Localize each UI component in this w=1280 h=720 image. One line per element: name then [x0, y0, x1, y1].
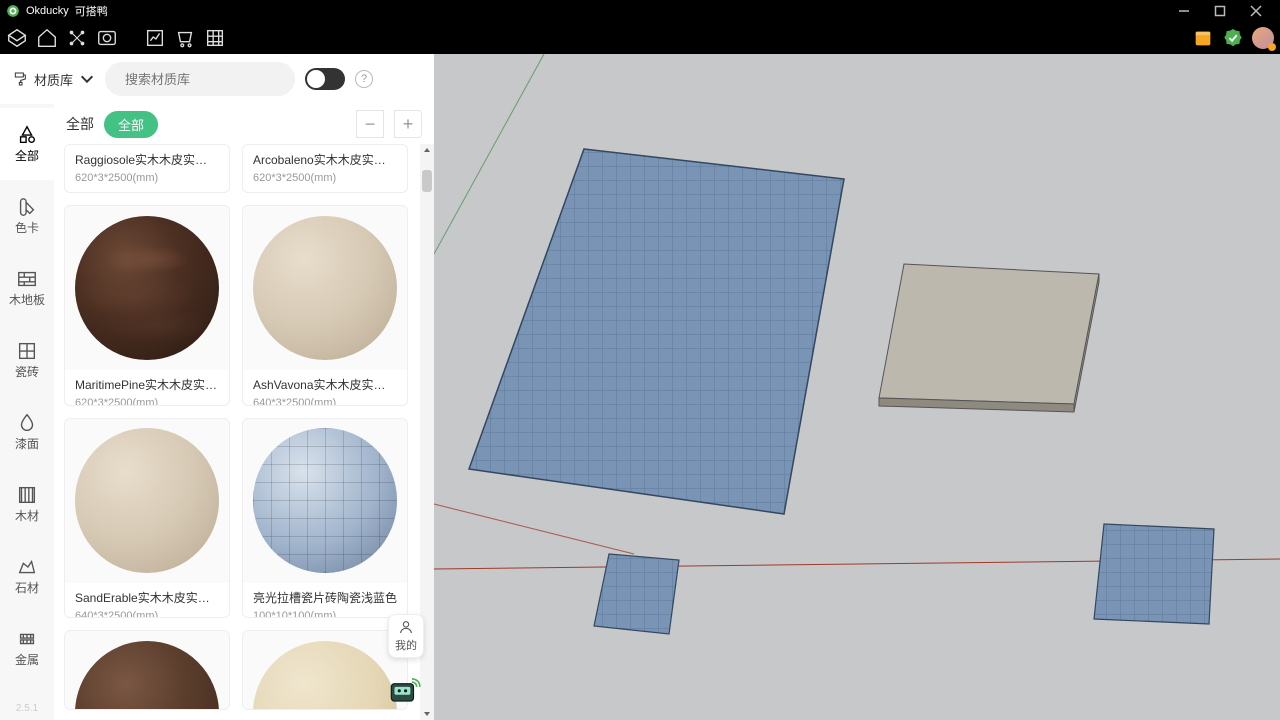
tool-cart-icon[interactable]	[174, 27, 196, 49]
main-toolbar	[0, 22, 1280, 54]
category-rail: 全部 色卡 木地板 瓷砖 漆面	[0, 104, 54, 720]
material-name: SandErable实木木皮实木…	[75, 589, 219, 606]
material-thumb	[65, 631, 229, 710]
person-icon	[398, 619, 414, 635]
version-label: 2.5.1	[16, 703, 38, 714]
material-name: MaritimePine实木木皮实…	[75, 376, 219, 393]
chevron-down-icon	[79, 71, 95, 87]
material-card[interactable]: AshVavona实木木皮实木… 640*3*2500(mm)	[242, 205, 408, 406]
scroll-up-icon[interactable]	[420, 144, 434, 158]
material-panel: 材质库 ? 全部 色卡	[0, 54, 434, 720]
grid-header: 全部 全部 − +	[54, 104, 434, 144]
tool-camera-icon[interactable]	[96, 27, 118, 49]
material-thumb	[65, 206, 229, 370]
material-name: Raggiosole实木木皮实木…	[75, 151, 219, 168]
tool-chart-icon[interactable]	[144, 27, 166, 49]
material-thumb	[243, 419, 407, 583]
duck-icon	[6, 4, 20, 18]
search-input[interactable]	[125, 72, 301, 87]
category-all[interactable]: 全部	[0, 108, 54, 180]
material-name: 亮光拉槽瓷片砖陶瓷浅蓝色	[253, 589, 397, 606]
help-button[interactable]: ?	[355, 70, 373, 88]
tool-marker-icon[interactable]	[66, 27, 88, 49]
category-all-icon	[16, 124, 38, 146]
material-library-selector[interactable]: 材质库	[12, 70, 95, 89]
sphere-preview	[75, 641, 219, 710]
close-button[interactable]	[1238, 0, 1274, 22]
swatch-icon	[16, 196, 38, 218]
material-card[interactable]	[64, 630, 230, 710]
floor-icon	[16, 268, 38, 290]
tile-icon	[16, 340, 38, 362]
material-dim: 620*3*2500(mm)	[75, 397, 219, 406]
material-name: Arcobaleno实木木皮实木…	[253, 151, 397, 168]
category-color[interactable]: 色卡	[0, 180, 54, 252]
tab-all[interactable]: 全部	[66, 114, 94, 134]
chip-all[interactable]: 全部	[104, 111, 158, 138]
category-wood[interactable]: 木材	[0, 468, 54, 540]
material-dim: 620*3*2500(mm)	[253, 172, 397, 184]
material-card[interactable]: 亮光拉槽瓷片砖陶瓷浅蓝色 100*10*100(mm)	[242, 418, 408, 619]
material-card[interactable]: MaritimePine实木木皮实… 620*3*2500(mm)	[64, 205, 230, 406]
calendar-icon[interactable]	[1192, 27, 1214, 49]
tool-grid-icon[interactable]	[204, 27, 226, 49]
wood-icon	[16, 484, 38, 506]
assistant-button[interactable]	[384, 670, 424, 710]
brand-cn: 可搭鸭	[75, 3, 108, 19]
tool-box-icon[interactable]	[6, 27, 28, 49]
preview-toggle[interactable]	[305, 68, 345, 90]
sphere-preview	[253, 428, 397, 572]
category-stone[interactable]: 石材	[0, 540, 54, 612]
scroll-thumb[interactable]	[422, 170, 432, 192]
category-floor[interactable]: 木地板	[0, 252, 54, 324]
sphere-preview	[75, 428, 219, 572]
material-thumb	[65, 419, 229, 583]
thumb-size-decrease[interactable]: −	[356, 110, 384, 138]
material-thumb	[243, 206, 407, 370]
search-box[interactable]	[105, 62, 295, 96]
app-logo: Okducky 可搭鸭	[6, 3, 1166, 19]
thumb-size-increase[interactable]: +	[394, 110, 422, 138]
material-card[interactable]: SandErable实木木皮实木… 640*3*2500(mm)	[64, 418, 230, 619]
stone-icon	[16, 556, 38, 578]
title-bar: Okducky 可搭鸭	[0, 0, 1280, 22]
material-dim: 640*3*2500(mm)	[75, 610, 219, 619]
paint-drop-icon	[16, 412, 38, 434]
minimize-button[interactable]	[1166, 0, 1202, 22]
material-dim: 620*3*2500(mm)	[75, 172, 219, 184]
brand-en: Okducky	[26, 5, 69, 17]
robot-icon	[385, 671, 423, 709]
my-materials-button[interactable]: 我的	[388, 614, 424, 658]
material-dim: 640*3*2500(mm)	[253, 397, 397, 406]
material-name: AshVavona实木木皮实木…	[253, 376, 397, 393]
category-paint[interactable]: 漆面	[0, 396, 54, 468]
panel-top-bar: 材质库 ?	[0, 54, 434, 104]
material-dim: 100*10*100(mm)	[253, 610, 397, 619]
metal-icon	[16, 628, 38, 650]
sphere-preview	[253, 216, 397, 360]
tool-home-icon[interactable]	[36, 27, 58, 49]
verify-icon[interactable]	[1222, 27, 1244, 49]
material-card[interactable]: Arcobaleno实木木皮实木… 620*3*2500(mm)	[242, 144, 408, 193]
paint-icon	[12, 71, 28, 87]
material-card[interactable]: Raggiosole实木木皮实木… 620*3*2500(mm)	[64, 144, 230, 193]
material-thumb	[243, 631, 407, 710]
category-metal[interactable]: 金属	[0, 612, 54, 684]
viewport-3d[interactable]	[434, 54, 1280, 720]
sphere-preview	[253, 641, 397, 710]
category-tile[interactable]: 瓷砖	[0, 324, 54, 396]
user-avatar[interactable]	[1252, 27, 1274, 49]
sphere-preview	[75, 216, 219, 360]
maximize-button[interactable]	[1202, 0, 1238, 22]
